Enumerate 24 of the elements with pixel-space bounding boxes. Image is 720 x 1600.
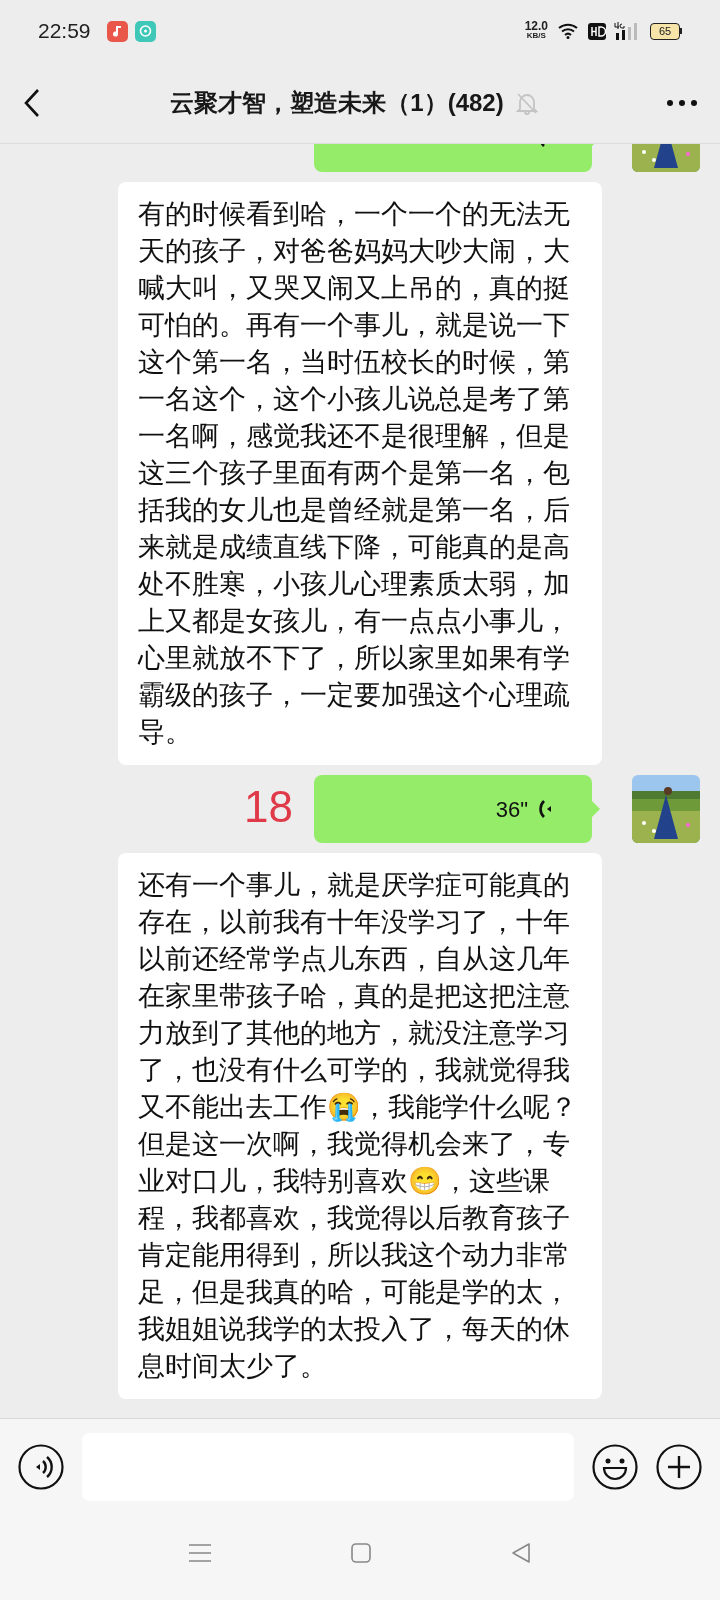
back-nav-icon[interactable]	[511, 1542, 531, 1564]
emoji-icon[interactable]	[592, 1443, 638, 1490]
number-annotation: 18	[244, 785, 294, 829]
network-speed-unit: KB/S	[526, 31, 546, 41]
home-icon[interactable]	[351, 1543, 371, 1563]
chat-title: 云聚才智，塑造未来（1）(482)	[170, 87, 504, 118]
cellular-signal-icon	[614, 22, 640, 40]
voice-wave-icon	[538, 797, 552, 821]
battery-level: 65	[658, 25, 672, 37]
chat-app-icon	[134, 20, 156, 42]
back-icon[interactable]	[22, 87, 42, 118]
more-icon[interactable]	[666, 98, 698, 107]
text-message: 还有一个事儿，就是厌学症可能真的存在，以前我有十年没学习了，十年以前还经常学点儿东西，自从这几年在家里带孩子哈，真的是把这把注意力放到了其他的地方，就没注意学习了，也没有什么可学的，我就觉得我又不能出去工作😭，我能学什么呢？但是这一次啊，我觉得机会来了，专业对口儿，我特别喜欢😁，这些课程，我都喜欢，我觉得以后教育孩子肯定能用得到，所以我这个动力非常足，但是我真的哈，可能是学的太，我姐姐说我学的太投入了，每天的休息时间太少了。	[118, 853, 602, 1399]
bubble-tail	[592, 801, 600, 817]
network-speed: 12.0	[524, 21, 548, 31]
music-app-icon	[106, 20, 128, 42]
voice-input-icon[interactable]	[18, 1443, 64, 1490]
voice-duration: 36"	[495, 795, 528, 824]
add-icon[interactable]	[656, 1443, 702, 1490]
hd-icon	[588, 22, 606, 40]
text-message: 有的时候看到哈，一个一个的无法无天的孩子，对爸爸妈妈大吵大闹，大喊大叫，又哭又闹又上吊的，真的挺可怕的。再有一个事儿，就是说一下这个第一名，当时伍校长的时候，第一名这个，这个小孩儿说总是考了第一名啊，感觉我还不是很理解，但是这三个孩子里面有两个是第一名，包括我的女儿也是曾经就是第一名，后来就是成绩直线下降，可能真的是高处不胜寒，小孩儿心理素质太弱，加上又都是女孩儿，有一点点小事儿，心里就放不下了，所以家里如果有学霸级的孩子，一定要加强这个心理疏导。	[118, 182, 602, 765]
voice-message-bubble[interactable]: 36"	[314, 775, 592, 843]
status-time: 22:59	[38, 18, 91, 45]
wifi-icon	[558, 23, 580, 39]
